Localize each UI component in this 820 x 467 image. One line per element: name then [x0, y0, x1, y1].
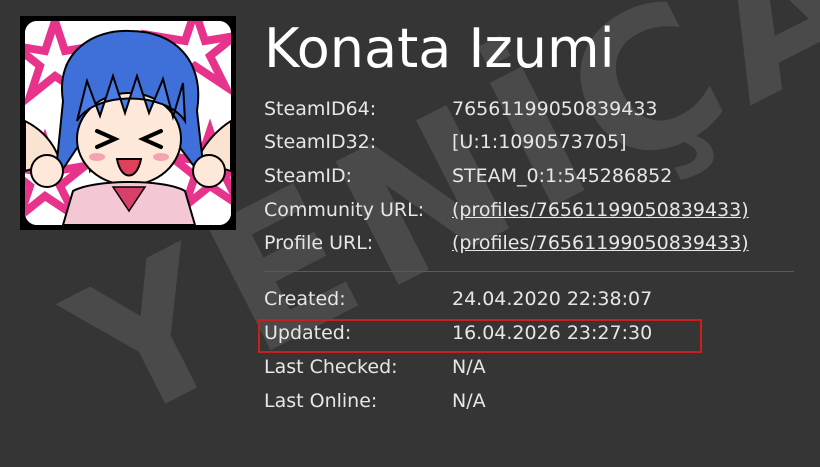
activity-row-last-online: Last Online: N/A [264, 386, 804, 416]
section-divider [264, 271, 794, 272]
detail-row-profile-url: Profile URL: (profiles/76561199050839433… [264, 228, 804, 258]
activity-value: 24.04.2020 22:38:07 [452, 288, 653, 310]
detail-label: Community URL: [264, 199, 425, 221]
activity-label: Last Online: [264, 390, 378, 412]
activity-value: 16.04.2026 23:27:30 [452, 322, 653, 344]
profile-name: Konata Izumi [264, 17, 615, 80]
activity-label: Created: [264, 288, 346, 310]
detail-value: [U:1:1090573705] [452, 131, 627, 153]
detail-value: STEAM_0:1:545286852 [452, 165, 673, 187]
detail-label: SteamID32: [264, 131, 377, 153]
detail-row-steamid32: SteamID32: [U:1:1090573705] [264, 127, 804, 157]
anime-avatar-illustration [25, 21, 231, 225]
activity-value: N/A [452, 356, 486, 378]
avatar [20, 16, 236, 230]
activity-value: N/A [452, 390, 486, 412]
community-url-link[interactable]: (profiles/76561199050839433) [452, 195, 749, 225]
avatar-image [25, 21, 231, 225]
profile-url-link[interactable]: (profiles/76561199050839433) [452, 228, 749, 258]
activity-label: Updated: [264, 322, 352, 344]
detail-label: SteamID64: [264, 98, 377, 120]
detail-row-steamid64: SteamID64: 76561199050839433 [264, 94, 804, 124]
activity-label: Last Checked: [264, 356, 398, 378]
detail-label: Profile URL: [264, 232, 374, 254]
detail-row-steamid: SteamID: STEAM_0:1:545286852 [264, 161, 804, 191]
detail-value: 76561199050839433 [452, 98, 658, 120]
detail-label: SteamID: [264, 165, 352, 187]
activity-row-updated: Updated: 16.04.2026 23:27:30 [264, 318, 804, 348]
activity-row-created: Created: 24.04.2020 22:38:07 [264, 284, 804, 314]
activity-row-last-checked: Last Checked: N/A [264, 352, 804, 382]
detail-row-community-url: Community URL: (profiles/765611990508394… [264, 195, 804, 225]
